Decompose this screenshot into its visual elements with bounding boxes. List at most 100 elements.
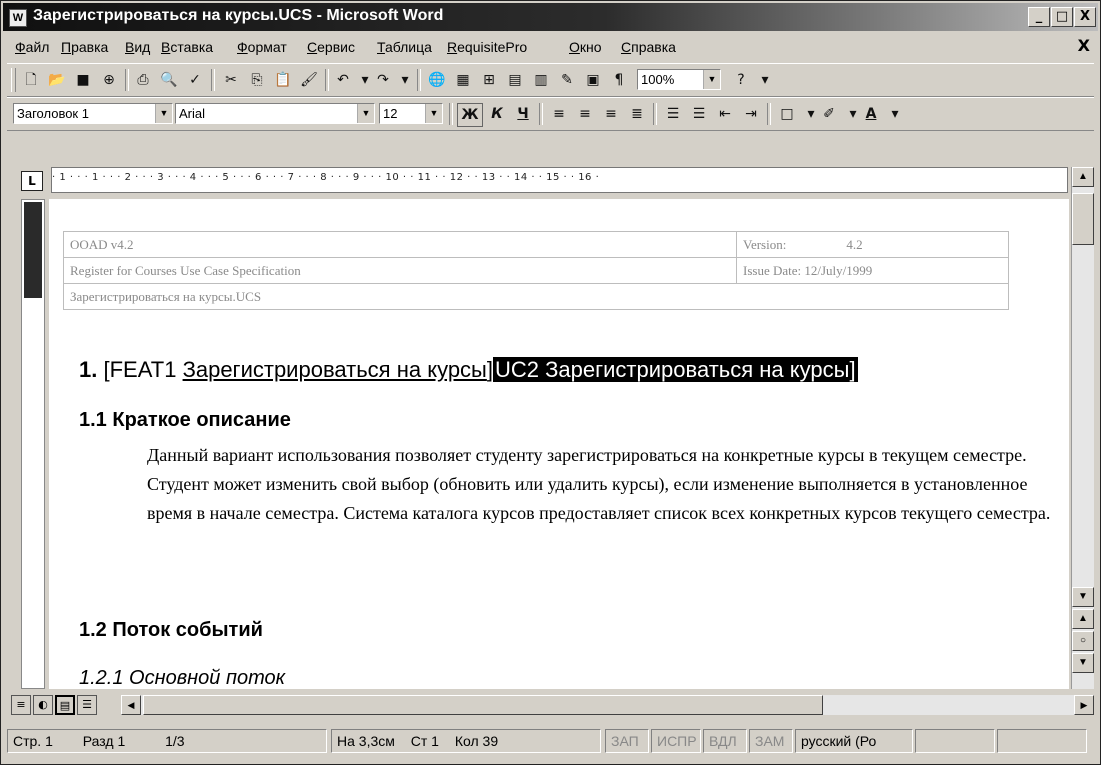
- status-extend[interactable]: ВДЛ: [703, 729, 747, 753]
- outline-view-icon[interactable]: ☰: [77, 695, 97, 715]
- normal-view-icon[interactable]: ≡: [11, 695, 31, 715]
- tab-selector-button[interactable]: L: [21, 171, 43, 191]
- menu-file[interactable]: Файл: [15, 39, 49, 55]
- open-icon[interactable]: 📂: [45, 69, 69, 91]
- status-overtype[interactable]: ЗАМ: [749, 729, 793, 753]
- heading-1[interactable]: 1. [FEAT1 Зарегистрироваться на курсы]UC…: [79, 357, 858, 383]
- font-color-icon[interactable]: A: [859, 103, 883, 125]
- columns-icon[interactable]: ▥: [529, 69, 553, 91]
- menu-requisitepro[interactable]: RequisitePro: [447, 39, 527, 55]
- scroll-down-icon[interactable]: ▼: [1072, 587, 1094, 607]
- style-value: Заголовок 1: [17, 106, 89, 121]
- document-map-icon[interactable]: ▣: [581, 69, 605, 91]
- selected-uc-tag[interactable]: UC2 Зарегистрироваться на курсы]: [493, 357, 858, 382]
- scroll-left-icon[interactable]: ◀: [121, 695, 141, 715]
- insert-excel-icon[interactable]: ▤: [503, 69, 527, 91]
- increase-indent-icon[interactable]: ⇥: [739, 103, 763, 125]
- underline-button[interactable]: Ч: [511, 103, 535, 125]
- vertical-scroll-thumb[interactable]: [1072, 193, 1094, 245]
- spelling-icon[interactable]: ✓: [183, 69, 207, 91]
- heading-basic-flow[interactable]: 1.2.1 Основной поток: [79, 667, 285, 689]
- print-preview-icon[interactable]: 🔍: [157, 69, 181, 91]
- toolbar-grip[interactable]: [11, 68, 16, 92]
- align-left-icon[interactable]: ≡: [547, 103, 571, 125]
- scroll-up-icon[interactable]: ▲: [1072, 167, 1094, 187]
- zoom-combo[interactable]: 100% ▼: [637, 69, 721, 90]
- highlight-icon[interactable]: ✐: [817, 103, 841, 125]
- select-browse-object-icon[interactable]: ○: [1072, 631, 1094, 651]
- redo-icon[interactable]: ↷: [371, 69, 395, 91]
- description-paragraph[interactable]: Данный вариант использования позволяет с…: [147, 441, 1067, 528]
- formatting-toolbar: Заголовок 1 ▼ Arial ▼ 12 ▼ Ж К Ч ≡ ≡ ≡ ≣…: [7, 97, 1094, 131]
- menu-table[interactable]: Таблица: [377, 39, 432, 55]
- bold-button[interactable]: Ж: [457, 103, 483, 127]
- cut-icon[interactable]: ✂: [219, 69, 243, 91]
- feat-tag[interactable]: FEAT1: [110, 357, 177, 382]
- horizontal-scroll-thumb[interactable]: [143, 695, 823, 715]
- web-view-icon[interactable]: ◐: [33, 695, 53, 715]
- menu-edit[interactable]: Правка: [61, 39, 108, 55]
- undo-icon[interactable]: ↶: [331, 69, 355, 91]
- font-combo[interactable]: Arial ▼: [175, 103, 375, 124]
- title-bar[interactable]: W Зарегистрироваться на курсы.UCS - Micr…: [3, 3, 1098, 31]
- status-spelling[interactable]: [915, 729, 995, 753]
- menu-tools[interactable]: Сервис: [307, 39, 355, 55]
- menu-view[interactable]: Вид: [125, 39, 150, 55]
- paste-icon[interactable]: 📋: [271, 69, 295, 91]
- menu-help[interactable]: Справка: [621, 39, 676, 55]
- font-size-combo[interactable]: 12 ▼: [379, 103, 443, 124]
- feat-requirement-link[interactable]: Зарегистрироваться на курсы: [183, 357, 487, 382]
- chevron-down-icon[interactable]: ▼: [155, 104, 172, 123]
- document-page[interactable]: OOAD v4.2 Version: 4.2 Register for Cours…: [49, 199, 1069, 689]
- toolbar-options-icon[interactable]: ▾: [753, 69, 777, 91]
- align-center-icon[interactable]: ≡: [573, 103, 597, 125]
- word-icon[interactable]: W: [9, 9, 27, 27]
- horizontal-ruler[interactable]: · 1 · · · 1 · · · 2 · · · 3 · · · 4 · · …: [51, 167, 1068, 193]
- justify-icon[interactable]: ≣: [625, 103, 649, 125]
- copy-icon[interactable]: ⎘: [245, 69, 269, 91]
- next-page-icon[interactable]: ▼: [1072, 653, 1094, 673]
- numbering-icon[interactable]: ☰: [661, 103, 685, 125]
- borders-icon[interactable]: □: [775, 103, 799, 125]
- close-button[interactable]: X: [1074, 7, 1096, 27]
- status-line: Ст 1: [410, 733, 439, 749]
- status-track-changes[interactable]: ИСПР: [651, 729, 701, 753]
- align-right-icon[interactable]: ≡: [599, 103, 623, 125]
- menu-window[interactable]: Окно: [569, 39, 602, 55]
- save-icon[interactable]: ■: [71, 69, 95, 91]
- horizontal-scrollbar[interactable]: ◀ ▶: [121, 695, 1094, 715]
- decrease-indent-icon[interactable]: ⇤: [713, 103, 737, 125]
- menu-insert[interactable]: Вставка: [161, 39, 213, 55]
- bullets-icon[interactable]: ☰: [687, 103, 711, 125]
- permission-icon[interactable]: ⊕: [97, 69, 121, 91]
- tables-borders-icon[interactable]: ▦: [451, 69, 475, 91]
- heading-flow-of-events[interactable]: 1.2 Поток событий: [79, 619, 263, 642]
- print-layout-view-icon[interactable]: ▤: [55, 695, 75, 715]
- print-icon[interactable]: ⎙: [131, 69, 155, 91]
- menu-format[interactable]: Формат: [237, 39, 287, 55]
- redo-dropdown-icon[interactable]: ▾: [393, 69, 417, 91]
- help-icon[interactable]: ?: [729, 69, 753, 91]
- vertical-ruler[interactable]: [21, 199, 45, 689]
- italic-button[interactable]: К: [485, 103, 509, 125]
- maximize-button[interactable]: □: [1051, 7, 1073, 27]
- style-combo[interactable]: Заголовок 1 ▼: [13, 103, 173, 124]
- vertical-scrollbar[interactable]: ▲ ▼ ▲ ○ ▼: [1071, 167, 1094, 689]
- chevron-down-icon[interactable]: ▼: [357, 104, 374, 123]
- status-language[interactable]: русский (Ро: [795, 729, 913, 753]
- minimize-button[interactable]: _: [1028, 7, 1050, 27]
- format-painter-icon[interactable]: 🖌: [297, 69, 321, 91]
- previous-page-icon[interactable]: ▲: [1072, 609, 1094, 629]
- chevron-down-icon[interactable]: ▼: [425, 104, 442, 123]
- new-document-icon[interactable]: 🗋: [19, 69, 43, 91]
- hyperlink-icon[interactable]: 🌐: [425, 69, 449, 91]
- status-record-macro[interactable]: ЗАП: [605, 729, 649, 753]
- heading-brief-description[interactable]: 1.1 Краткое описание: [79, 409, 291, 432]
- show-hide-icon[interactable]: ¶: [607, 69, 631, 91]
- document-close-button[interactable]: X: [1078, 36, 1090, 55]
- chevron-down-icon[interactable]: ▼: [703, 70, 720, 89]
- insert-table-icon[interactable]: ⊞: [477, 69, 501, 91]
- drawing-icon[interactable]: ✎: [555, 69, 579, 91]
- scroll-right-icon[interactable]: ▶: [1074, 695, 1094, 715]
- font-color-dropdown-icon[interactable]: ▾: [883, 103, 907, 125]
